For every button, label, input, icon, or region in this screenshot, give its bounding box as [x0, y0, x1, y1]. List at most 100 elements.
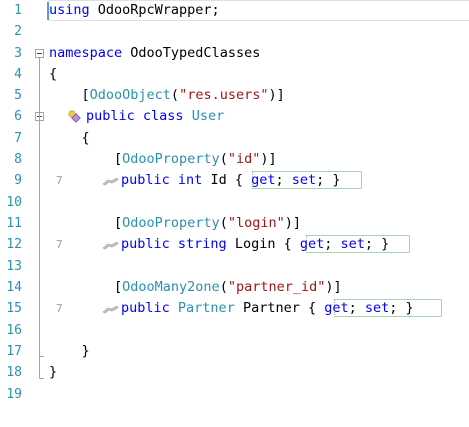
code-token: Partner { — [234, 300, 325, 316]
code-line[interactable]: 12 7 public string Login { get; set; } — [0, 234, 469, 255]
code-text[interactable]: [OdooProperty("login")] — [49, 213, 301, 234]
code-text[interactable]: } — [49, 362, 57, 383]
code-token: OdooProperty — [122, 215, 220, 231]
code-line[interactable]: 5 [OdooObject("res.users")] — [0, 85, 469, 106]
code-token: "login" — [227, 215, 285, 231]
line-number: 4 — [14, 67, 22, 82]
code-token: )] — [268, 87, 285, 103]
code-line[interactable]: 7 { — [0, 128, 469, 149]
property-wrench-icon — [102, 241, 119, 250]
line-number: 14 — [6, 280, 22, 295]
line-number: 13 — [6, 259, 22, 274]
code-text[interactable]: using OdooRpcWrapper; — [49, 0, 220, 21]
code-token: ; } — [364, 236, 390, 252]
code-token: ; — [275, 172, 292, 188]
code-line[interactable]: 9 7 public int Id { get; set; } — [0, 170, 469, 191]
code-token: OdooProperty — [122, 151, 220, 167]
property-wrench-icon — [102, 177, 119, 186]
code-line[interactable]: 15 7 public Partner Partner { get; set; … — [0, 298, 469, 319]
code-line[interactable]: 1 using OdooRpcWrapper; — [0, 0, 469, 21]
code-token: Partner — [177, 300, 235, 316]
code-text[interactable]: { — [49, 128, 90, 149]
code-token: set — [340, 236, 365, 252]
code-token: ; } — [316, 172, 341, 188]
code-line[interactable]: 17 } — [0, 341, 469, 362]
code-token: int — [177, 172, 203, 188]
code-line[interactable]: 16 — [0, 320, 469, 341]
line-number: 5 — [14, 88, 22, 103]
code-text[interactable]: [OdooProperty("id")] — [49, 149, 277, 170]
line-number: 12 — [6, 237, 22, 252]
code-token: ( — [219, 215, 228, 231]
collapse-namespace-toggle[interactable] — [35, 49, 44, 58]
code-text[interactable]: [OdooObject("res.users")] — [49, 85, 285, 106]
code-token: { — [49, 130, 90, 146]
code-line[interactable]: 4 { — [0, 64, 469, 85]
code-token: [ — [49, 151, 123, 167]
code-text[interactable]: [OdooMany2one("partner_id")] — [49, 277, 342, 298]
line-number: 1 — [14, 3, 22, 18]
code-token: get — [324, 300, 349, 316]
code-line[interactable]: 11 [OdooProperty("login")] — [0, 213, 469, 234]
code-text[interactable]: namespace OdooTypedClasses — [49, 43, 260, 64]
code-token: ; — [348, 300, 365, 316]
line-number: 3 — [14, 46, 22, 61]
code-line[interactable]: 6 public class User — [0, 106, 469, 127]
line-number: 15 — [6, 301, 22, 316]
code-text[interactable]: public Partner Partner { get; set; } — [121, 298, 414, 319]
code-token: Login { — [226, 236, 300, 252]
code-line[interactable]: 3 namespace OdooTypedClasses — [0, 43, 469, 64]
code-text[interactable]: } — [49, 341, 90, 362]
code-line[interactable]: 10 — [0, 192, 469, 213]
reference-count[interactable]: 7 — [56, 234, 63, 255]
code-text[interactable]: public int Id { get; set; } — [121, 170, 341, 191]
code-token: ( — [219, 279, 228, 295]
code-token: namespace — [49, 45, 123, 61]
code-token: string — [177, 236, 227, 252]
reference-count[interactable]: 7 — [56, 170, 63, 191]
code-token: ( — [219, 151, 228, 167]
code-token: public — [121, 300, 170, 316]
code-editor[interactable]: 1 using OdooRpcWrapper; 2 3 namespace Od… — [0, 0, 469, 427]
line-number: 18 — [6, 365, 22, 380]
line-number: 6 — [14, 109, 22, 124]
code-token: ; } — [389, 300, 414, 316]
code-line[interactable]: 2 — [0, 21, 469, 42]
code-token: public — [121, 236, 170, 252]
code-token: )] — [325, 279, 342, 295]
line-number: 11 — [6, 216, 22, 231]
code-line[interactable]: 13 — [0, 256, 469, 277]
code-text[interactable]: { — [49, 64, 57, 85]
code-token: [ — [49, 87, 90, 103]
code-token: [ — [49, 215, 123, 231]
code-token: [ — [49, 279, 123, 295]
code-token: ( — [170, 87, 180, 103]
property-wrench-icon — [102, 305, 119, 314]
code-token: public — [86, 108, 135, 124]
code-token: get — [299, 236, 325, 252]
code-token: User — [191, 108, 225, 124]
code-line[interactable]: 8 [OdooProperty("id")] — [0, 149, 469, 170]
code-token: OdooTypedClasses — [122, 45, 261, 61]
code-token: } — [49, 364, 58, 380]
code-line[interactable]: 14 [OdooMany2one("partner_id")] — [0, 277, 469, 298]
class-icon — [68, 110, 81, 123]
code-token: { — [49, 66, 58, 82]
code-line[interactable]: 19 — [0, 384, 469, 405]
line-number: 8 — [14, 152, 22, 167]
code-text[interactable]: public class User — [86, 106, 224, 127]
reference-count[interactable]: 7 — [56, 298, 63, 319]
code-token: )] — [284, 215, 302, 231]
code-token: OdooMany2one — [122, 279, 220, 295]
code-token: "partner_id" — [227, 279, 326, 295]
code-text[interactable]: public string Login { get; set; } — [121, 234, 389, 255]
code-token: } — [49, 343, 90, 359]
code-token: Id { — [202, 172, 252, 188]
code-token: using — [49, 2, 90, 18]
line-number: 10 — [6, 195, 22, 210]
class-outline-end — [39, 356, 44, 357]
code-line[interactable]: 18 } — [0, 362, 469, 383]
